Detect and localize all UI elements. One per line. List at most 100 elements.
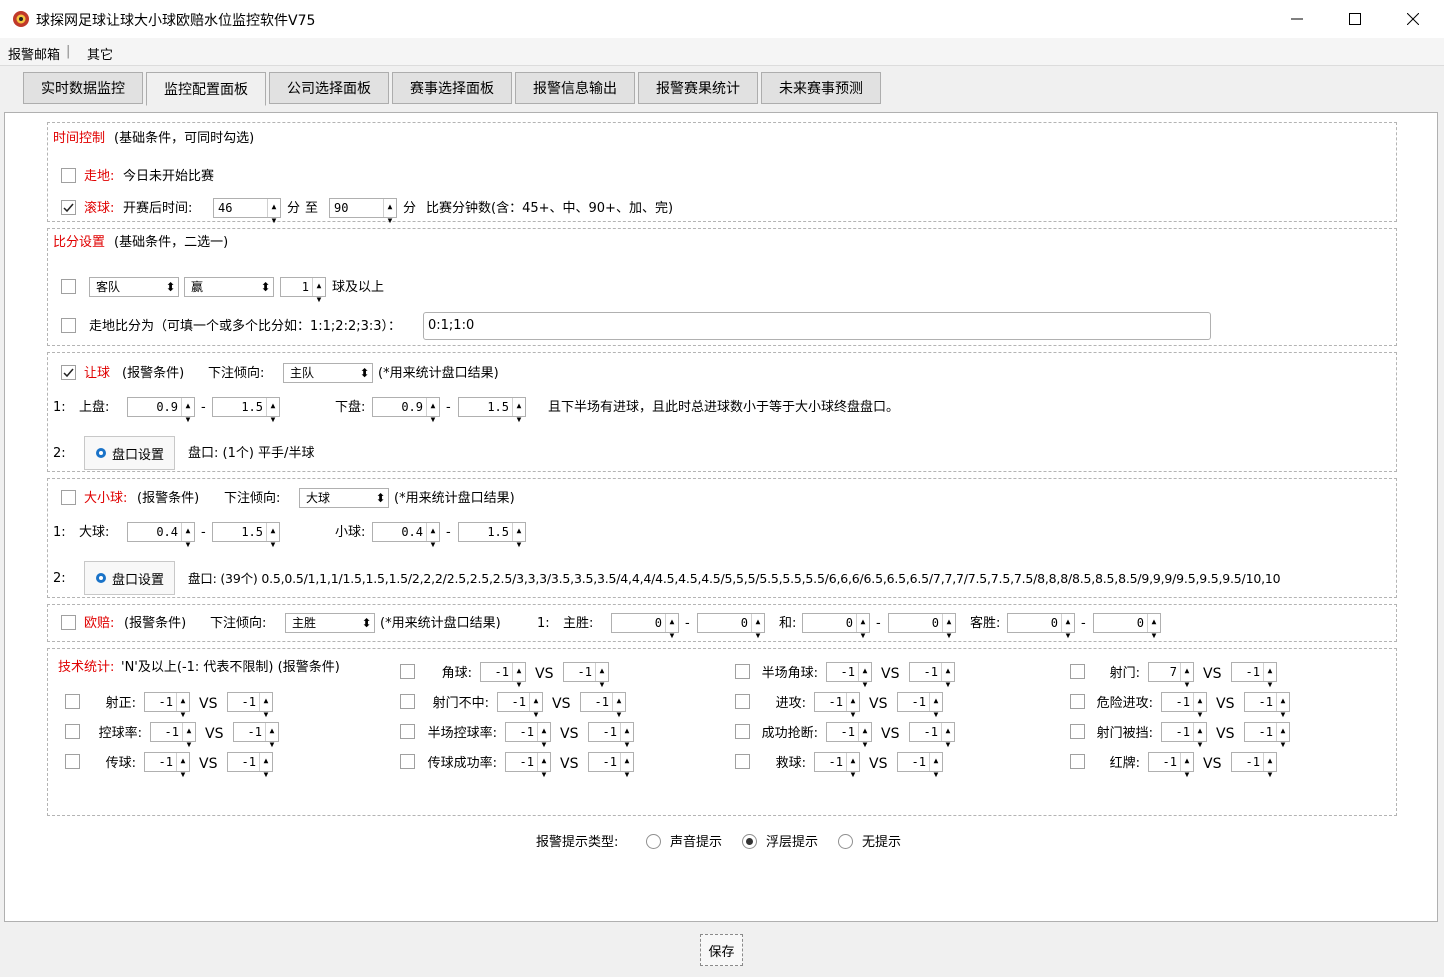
home-min-stepper[interactable]: 0 ▴ ▾: [611, 613, 679, 642]
zoudi-score-checkbox[interactable]: [61, 318, 76, 333]
spin-up-icon[interactable]: ▴: [942, 663, 954, 677]
down-max-stepper[interactable]: 1.5 ▴ ▾: [458, 397, 526, 426]
tech-stat-checkbox[interactable]: [735, 664, 750, 679]
handicap-tend-select[interactable]: 主队 ⬍: [283, 363, 373, 383]
tech-stat-checkbox[interactable]: [400, 694, 415, 709]
tech-stat-stepper[interactable]: -1 ▴ ▾: [1231, 662, 1277, 691]
spin-up-icon[interactable]: ▴: [513, 663, 525, 677]
tech-stat-stepper[interactable]: -1 ▴ ▾: [1148, 752, 1194, 781]
spin-up-icon[interactable]: ▴: [596, 663, 608, 677]
tech-stat-checkbox[interactable]: [65, 754, 80, 769]
zoudi-checkbox[interactable]: [61, 168, 76, 183]
spin-down-icon[interactable]: ▾: [183, 737, 195, 751]
tech-stat-checkbox[interactable]: [400, 664, 415, 679]
tech-stat-checkbox[interactable]: [735, 754, 750, 769]
euro-checkbox[interactable]: [61, 615, 76, 630]
spin-down-icon[interactable]: ▾: [266, 737, 278, 751]
tech-stat-stepper[interactable]: -1 ▴ ▾: [588, 752, 634, 781]
spin-down-icon[interactable]: ▾: [942, 737, 954, 751]
spin-down-icon[interactable]: ▾: [268, 213, 280, 227]
tab-future-predict[interactable]: 未来赛事预测: [761, 72, 881, 104]
save-button[interactable]: 保存: [700, 934, 743, 966]
tech-stat-stepper[interactable]: -1 ▴ ▾: [144, 692, 190, 721]
tech-stat-stepper[interactable]: -1 ▴ ▾: [826, 722, 872, 751]
spin-up-icon[interactable]: ▴: [1277, 723, 1289, 737]
small-min-stepper[interactable]: 0.4 ▴ ▾: [372, 522, 440, 551]
spin-down-icon[interactable]: ▾: [1264, 677, 1276, 691]
spin-up-icon[interactable]: ▴: [613, 693, 625, 707]
spin-up-icon[interactable]: ▴: [943, 614, 955, 628]
score-team-checkbox[interactable]: [61, 279, 76, 294]
spin-up-icon[interactable]: ▴: [847, 693, 859, 707]
handicap-pan-settings-button[interactable]: 盘口设置: [84, 436, 175, 470]
menu-other[interactable]: 其它: [87, 44, 113, 63]
spin-down-icon[interactable]: ▾: [384, 213, 396, 227]
overlay-alert-radio[interactable]: [742, 834, 757, 849]
tech-stat-stepper[interactable]: -1 ▴ ▾: [588, 722, 634, 751]
tech-stat-stepper[interactable]: -1 ▴ ▾: [814, 752, 860, 781]
tab-company[interactable]: 公司选择面板: [269, 72, 389, 104]
spin-down-icon[interactable]: ▾: [847, 767, 859, 781]
spin-down-icon[interactable]: ▾: [752, 628, 764, 642]
spin-up-icon[interactable]: ▴: [313, 278, 325, 292]
no-alert-radio[interactable]: [838, 834, 853, 849]
spin-down-icon[interactable]: ▾: [267, 537, 279, 551]
spin-up-icon[interactable]: ▴: [1181, 753, 1193, 767]
zoudi-score-input[interactable]: 0:1;1:0: [423, 312, 1211, 340]
spin-up-icon[interactable]: ▴: [177, 693, 189, 707]
spin-up-icon[interactable]: ▴: [859, 723, 871, 737]
spin-down-icon[interactable]: ▾: [942, 677, 954, 691]
spin-up-icon[interactable]: ▴: [538, 753, 550, 767]
maximize-button[interactable]: [1326, 0, 1384, 38]
big-max-stepper[interactable]: 1.5 ▴ ▾: [212, 522, 280, 551]
sound-alert-radio[interactable]: [646, 834, 661, 849]
tech-stat-checkbox[interactable]: [400, 754, 415, 769]
spin-up-icon[interactable]: ▴: [513, 398, 525, 412]
tech-stat-stepper[interactable]: -1 ▴ ▾: [150, 722, 196, 751]
spin-up-icon[interactable]: ▴: [427, 523, 439, 537]
result-select[interactable]: 赢 ⬍: [184, 277, 274, 297]
spin-up-icon[interactable]: ▴: [530, 693, 542, 707]
spin-up-icon[interactable]: ▴: [268, 199, 280, 213]
spin-up-icon[interactable]: ▴: [752, 614, 764, 628]
spin-down-icon[interactable]: ▾: [859, 677, 871, 691]
gunqiu-checkbox[interactable]: [61, 200, 76, 215]
spin-down-icon[interactable]: ▾: [513, 537, 525, 551]
overunder-tend-select[interactable]: 大球 ⬍: [299, 488, 389, 508]
spin-up-icon[interactable]: ▴: [859, 663, 871, 677]
spin-down-icon[interactable]: ▾: [1277, 737, 1289, 751]
spin-up-icon[interactable]: ▴: [267, 523, 279, 537]
spin-up-icon[interactable]: ▴: [930, 753, 942, 767]
spin-up-icon[interactable]: ▴: [182, 523, 194, 537]
spin-up-icon[interactable]: ▴: [1264, 753, 1276, 767]
tech-stat-stepper[interactable]: -1 ▴ ▾: [505, 752, 551, 781]
spin-down-icon[interactable]: ▾: [182, 537, 194, 551]
spin-down-icon[interactable]: ▾: [313, 292, 325, 306]
tech-stat-checkbox[interactable]: [735, 694, 750, 709]
spin-up-icon[interactable]: ▴: [666, 614, 678, 628]
spin-down-icon[interactable]: ▾: [538, 767, 550, 781]
small-max-stepper[interactable]: 1.5 ▴ ▾: [458, 522, 526, 551]
tech-stat-checkbox[interactable]: [1070, 664, 1085, 679]
up-min-stepper[interactable]: 0.9 ▴ ▾: [127, 397, 195, 426]
down-min-stepper[interactable]: 0.9 ▴ ▾: [372, 397, 440, 426]
tech-stat-stepper[interactable]: -1 ▴ ▾: [1231, 752, 1277, 781]
spin-up-icon[interactable]: ▴: [847, 753, 859, 767]
spin-up-icon[interactable]: ▴: [857, 614, 869, 628]
spin-up-icon[interactable]: ▴: [266, 723, 278, 737]
tab-alarm-output[interactable]: 报警信息输出: [515, 72, 635, 104]
tech-stat-checkbox[interactable]: [1070, 754, 1085, 769]
tab-match[interactable]: 赛事选择面板: [392, 72, 512, 104]
spin-up-icon[interactable]: ▴: [1194, 693, 1206, 707]
spin-up-icon[interactable]: ▴: [267, 398, 279, 412]
spin-down-icon[interactable]: ▾: [177, 707, 189, 721]
spin-up-icon[interactable]: ▴: [513, 523, 525, 537]
draw-min-stepper[interactable]: 0 ▴ ▾: [802, 613, 870, 642]
spin-up-icon[interactable]: ▴: [427, 398, 439, 412]
tech-stat-stepper[interactable]: -1 ▴ ▾: [826, 662, 872, 691]
up-max-stepper[interactable]: 1.5 ▴ ▾: [212, 397, 280, 426]
close-button[interactable]: [1384, 0, 1442, 38]
tech-stat-checkbox[interactable]: [65, 694, 80, 709]
spin-down-icon[interactable]: ▾: [513, 677, 525, 691]
spin-up-icon[interactable]: ▴: [384, 199, 396, 213]
